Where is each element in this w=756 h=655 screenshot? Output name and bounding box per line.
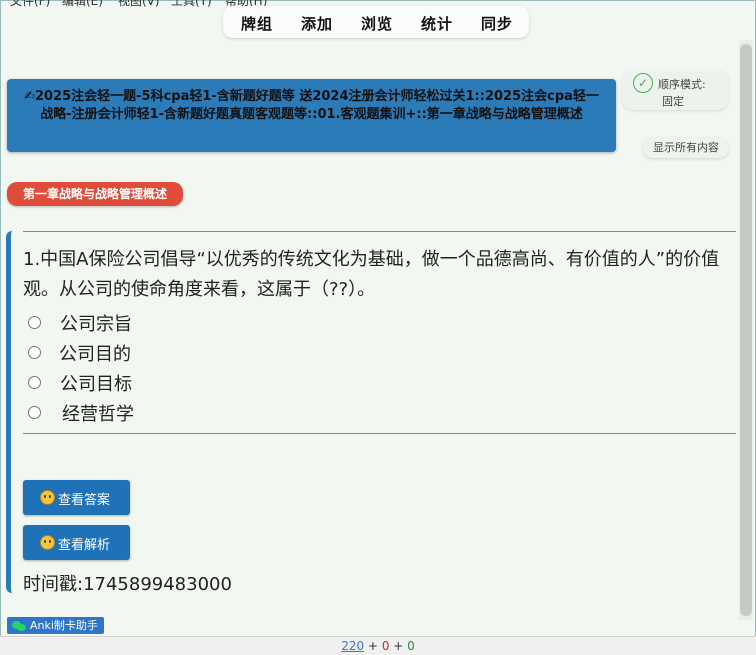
wechat-icon (12, 621, 26, 631)
main-toolbar: 牌组 添加 浏览 统计 同步 (223, 6, 529, 38)
review-count: 0 (407, 639, 415, 653)
show-explanation-button[interactable]: 查看解析 (23, 525, 130, 560)
question-text: 1.中国A保险公司倡导“以优秀的传统文化为基础，做一个品德高尚、有价值的人”的价… (23, 249, 720, 300)
menu-file[interactable]: 文件(F) (10, 0, 50, 9)
radio-button[interactable] (28, 316, 41, 329)
toolbar-browse[interactable]: 浏览 (361, 13, 393, 34)
radio-button[interactable] (28, 346, 41, 359)
radio-button[interactable] (28, 376, 41, 389)
menu-tools[interactable]: 工具(T) (171, 0, 212, 9)
anki-helper-label: Anki制卡助手 (30, 619, 98, 632)
toolbar-sync[interactable]: 同步 (481, 13, 513, 34)
toolbar-add[interactable]: 添加 (301, 13, 333, 34)
learn-count: 0 (381, 639, 390, 653)
show-answer-label: 查看答案 (58, 493, 111, 508)
radio-button[interactable] (28, 406, 41, 419)
show-explanation-label: 查看解析 (58, 538, 111, 553)
order-mode-value: 固定 (662, 95, 684, 108)
new-count[interactable]: 220 (341, 639, 364, 653)
separator-plus: + (367, 639, 378, 653)
show-all-button[interactable]: 显示所有内容 (643, 138, 729, 158)
check-circle-icon: ✓ (633, 73, 653, 93)
option-label: 公司宗旨 (60, 314, 132, 335)
separator-plus: + (393, 639, 404, 653)
deck-title-banner: ✍2025注会轻一题-5科cpa轻1-含新题好题等 送2024注册会计师轻松过关… (7, 79, 616, 152)
chapter-tag: 第一章战略与战略管理概述 (7, 182, 183, 206)
divider-top (23, 231, 736, 232)
timestamp: 时间戳:1745899483000 (23, 574, 232, 595)
menu-view[interactable]: 视图(V) (118, 0, 160, 9)
status-bar: 220 + 0 + 0 (0, 636, 756, 655)
anki-helper-badge[interactable]: Anki制卡助手 (7, 617, 104, 634)
option-label: 公司目的 (59, 344, 131, 365)
option-label: 经营哲学 (62, 404, 134, 425)
toolbar-stats[interactable]: 统计 (421, 13, 453, 34)
menu-edit[interactable]: 编辑(E) (62, 0, 103, 9)
order-mode-toggle[interactable]: ✓ 顺序模式: 固定 (622, 70, 729, 110)
show-answer-button[interactable]: 查看答案 (23, 480, 130, 515)
thinking-face-icon (40, 535, 55, 550)
confused-face-icon (40, 490, 55, 505)
order-mode-label: 顺序模式: (658, 78, 706, 91)
toolbar-decks[interactable]: 牌组 (241, 13, 273, 34)
option-label: 公司目标 (60, 374, 132, 395)
deck-title-text: ✍2025注会轻一题-5科cpa轻1-含新题好题等 送2024注册会计师轻松过关… (24, 89, 599, 122)
divider-middle (23, 433, 736, 434)
